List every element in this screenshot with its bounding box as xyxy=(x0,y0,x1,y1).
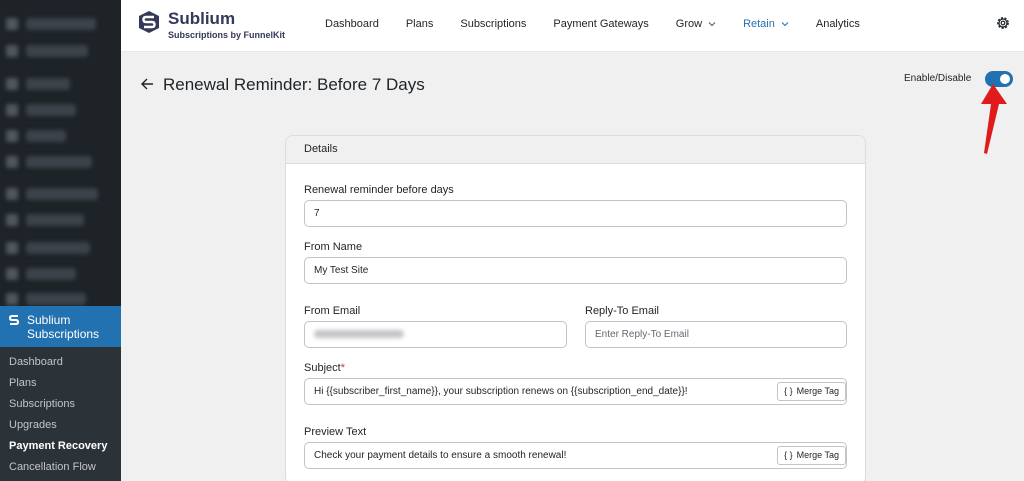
renewal-days-label: Renewal reminder before days xyxy=(304,184,454,196)
blurred-menu-icon xyxy=(6,242,18,254)
brand-tagline: Subscriptions by FunnelKit xyxy=(168,30,286,40)
required-asterisk: * xyxy=(340,362,345,374)
blurred-menu-icon xyxy=(6,130,18,142)
subject-value: Hi {{subscriber_first_name}}, your subsc… xyxy=(314,386,688,397)
nav-label: Plans xyxy=(405,18,434,30)
nav-label: Payment Gateways xyxy=(553,18,649,30)
blurred-menu-item xyxy=(26,188,98,200)
sublium-logo-icon xyxy=(8,315,20,325)
blurred-menu-item xyxy=(26,130,66,142)
blurred-menu-icon xyxy=(6,104,18,116)
from-name-input[interactable]: My Test Site xyxy=(304,257,847,284)
blurred-menu-item xyxy=(26,242,90,254)
blurred-menu-icon xyxy=(6,188,18,200)
blurred-menu-item xyxy=(26,104,76,116)
blurred-menu-icon xyxy=(6,214,18,226)
blurred-menu-item xyxy=(26,293,86,305)
blurred-menu-icon xyxy=(6,45,18,57)
blurred-menu-item xyxy=(26,268,76,280)
brand-name: Sublium xyxy=(168,9,236,28)
nav-payment-gateways[interactable]: Payment Gateways xyxy=(553,18,648,30)
back-arrow-icon[interactable] xyxy=(140,77,154,91)
preview-text-value: Check your payment details to ensure a s… xyxy=(314,450,567,461)
submenu-upgrades[interactable]: Upgrades xyxy=(0,418,121,439)
subject-label-text: Subject xyxy=(304,362,341,374)
reply-to-input[interactable]: Enter Reply-To Email xyxy=(585,321,847,348)
nav-label: Analytics xyxy=(815,18,860,30)
subject-label: Subject* xyxy=(304,362,345,374)
subject-input[interactable]: Hi {{subscriber_first_name}}, your subsc… xyxy=(304,378,847,405)
braces-icon: { } xyxy=(784,450,793,460)
details-card: Details Renewal reminder before days 7 F… xyxy=(285,135,866,481)
submenu-plans[interactable]: Plans xyxy=(0,376,121,397)
blurred-menu-item xyxy=(26,214,84,226)
merge-tag-label: Merge Tag xyxy=(796,450,839,460)
submenu-dashboard[interactable]: Dashboard xyxy=(0,355,121,376)
gear-icon[interactable] xyxy=(995,15,1011,31)
nav-label: Subscriptions xyxy=(460,18,527,30)
sidebar-item-sublium-subscriptions[interactable]: Sublium Subscriptions xyxy=(0,306,121,347)
braces-icon: { } xyxy=(784,386,793,396)
preview-text-input[interactable]: Check your payment details to ensure a s… xyxy=(304,442,847,469)
renewal-days-input[interactable]: 7 xyxy=(304,200,847,227)
chevron-down-icon xyxy=(708,22,716,27)
subject-merge-tag-button[interactable]: { } Merge Tag xyxy=(777,382,846,401)
merge-tag-label: Merge Tag xyxy=(796,386,839,396)
blurred-menu-item xyxy=(26,45,88,57)
submenu-payment-recovery[interactable]: Payment Recovery xyxy=(0,439,121,460)
from-name-label: From Name xyxy=(304,241,363,253)
nav-retain[interactable]: Retain xyxy=(743,18,789,30)
preview-text-label: Preview Text xyxy=(304,426,367,438)
blurred-menu-item xyxy=(26,78,70,90)
details-section-header: Details xyxy=(286,136,865,164)
submenu-subscriptions[interactable]: Subscriptions xyxy=(0,397,121,418)
submenu-cancellation-flow[interactable]: Cancellation Flow xyxy=(0,460,121,481)
blurred-email-value xyxy=(314,330,404,339)
blurred-menu-icon xyxy=(6,18,18,30)
chevron-down-icon xyxy=(781,22,789,27)
enable-disable-label: Enable/Disable xyxy=(904,73,972,84)
reply-to-label: Reply-To Email xyxy=(585,305,659,317)
nav-label: Grow xyxy=(675,18,703,30)
nav-label: Dashboard xyxy=(325,18,379,30)
main-nav: Dashboard Plans Subscriptions Payment Ga… xyxy=(325,18,887,30)
annotation-arrow-icon xyxy=(981,84,1007,154)
top-navigation-bar: Sublium Subscriptions by FunnelKit Dashb… xyxy=(121,0,1024,52)
page-title: Renewal Reminder: Before 7 Days xyxy=(163,75,425,94)
wp-admin-sidebar: Sublium Subscriptions Dashboard Plans Su… xyxy=(0,0,121,481)
nav-plans[interactable]: Plans xyxy=(406,18,434,30)
blurred-menu-icon xyxy=(6,293,18,305)
from-email-label: From Email xyxy=(304,305,361,317)
blurred-menu-item xyxy=(26,18,96,30)
nav-grow[interactable]: Grow xyxy=(676,18,716,30)
sidebar-plugin-label: Sublium Subscriptions xyxy=(27,313,100,341)
preview-merge-tag-button[interactable]: { } Merge Tag xyxy=(777,446,846,465)
blurred-menu-icon xyxy=(6,78,18,90)
sublium-logo-icon xyxy=(139,11,159,33)
nav-subscriptions[interactable]: Subscriptions xyxy=(460,18,526,30)
plugin-submenu: Dashboard Plans Subscriptions Upgrades P… xyxy=(0,347,121,481)
from-email-input[interactable] xyxy=(304,321,567,348)
blurred-menu-item xyxy=(26,156,92,168)
blurred-menu-icon xyxy=(6,156,18,168)
nav-label: Retain xyxy=(743,18,775,30)
blurred-menu-icon xyxy=(6,268,18,280)
nav-dashboard[interactable]: Dashboard xyxy=(325,18,379,30)
nav-analytics[interactable]: Analytics xyxy=(816,18,860,30)
